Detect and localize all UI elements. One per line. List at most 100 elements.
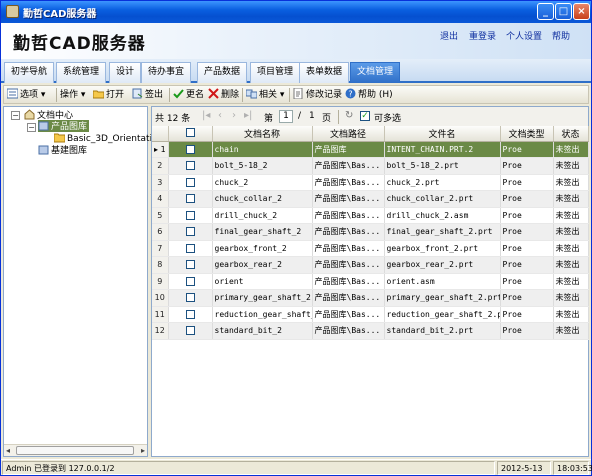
tab-product-data[interactable]: 产品数据 <box>197 62 248 83</box>
row-select-checkbox[interactable] <box>185 144 195 154</box>
refresh-icon[interactable]: ↻ <box>345 110 353 121</box>
document-table: 文档名称 文档路径 文件名 文档类型 状态 ▸ 1 chain 产品图库 INTENT… <box>152 126 589 340</box>
tab-form-data[interactable]: 表单数据 <box>299 62 350 83</box>
last-page-icon[interactable]: ▸| <box>244 110 252 121</box>
cell-status: 未签出 <box>553 289 589 307</box>
row-checkbox[interactable] <box>168 306 213 323</box>
row-select-checkbox[interactable] <box>185 309 195 319</box>
tab-design[interactable]: 设计 <box>109 62 142 83</box>
cell-path: 产品图库\Bas... <box>312 190 385 208</box>
table-row[interactable]: 4 chuck_collar_2 产品图库\Bas... chuck_collar_2… <box>152 190 589 208</box>
cell-file: bolt_5-18_2.prt <box>384 157 501 175</box>
table-row[interactable]: 2 bolt_5-18_2 产品图库\Bas... bolt_5-18_2.prt Pr… <box>152 157 589 175</box>
options-menu[interactable]: 选项 ▾ <box>7 87 45 103</box>
row-select-checkbox[interactable] <box>185 293 195 303</box>
related-menu[interactable]: 相关 ▾ <box>246 87 284 103</box>
table-row[interactable]: 12 standard_bit_2 产品图库\Bas... standard_bit_… <box>152 322 589 340</box>
close-button[interactable]: × <box>573 3 590 20</box>
cell-path: 产品图库\Bas... <box>312 306 385 323</box>
scroll-right-icon[interactable]: ▸ <box>141 446 145 455</box>
row-select-checkbox[interactable] <box>185 210 195 220</box>
table-row[interactable]: 6 final_gear_shaft_2 产品图库\Bas... final_gear… <box>152 223 589 241</box>
table-row[interactable]: 3 chuck_2 产品图库\Bas... chuck_2.prt Proe 未签出 <box>152 174 589 191</box>
row-select-checkbox[interactable] <box>185 227 195 237</box>
next-page-icon[interactable]: › <box>232 110 236 121</box>
row-checkbox[interactable] <box>168 157 213 175</box>
tree-horizontal-scrollbar[interactable]: ◂ ▸ <box>4 444 147 456</box>
select-all-checkbox[interactable] <box>185 128 195 138</box>
tree-node-basic-3d[interactable]: Basic_3D_Orientatio <box>54 132 158 144</box>
row-checkbox[interactable] <box>168 141 213 158</box>
logout-link[interactable]: 退出 <box>440 29 458 42</box>
table-row[interactable]: 9 orient 产品图库\Bas... orient.asm Proe 未签出 <box>152 273 589 290</box>
table-row[interactable]: 7 gearbox_front_2 产品图库\Bas... gearbox_front… <box>152 240 589 257</box>
column-header-file[interactable]: 文件名 <box>384 126 501 142</box>
cell-path: 产品图库\Bas... <box>312 289 385 307</box>
help-link[interactable]: 帮助 <box>552 29 570 42</box>
tab-system-management[interactable]: 系统管理 <box>56 62 107 83</box>
delete-button[interactable]: 删除 <box>208 87 239 103</box>
tab-todo[interactable]: 待办事宜 <box>141 62 192 83</box>
column-header-status[interactable]: 状态 <box>553 126 589 142</box>
row-checkbox[interactable] <box>168 322 213 340</box>
column-header-type[interactable]: 文档类型 <box>500 126 554 142</box>
tab-project-management[interactable]: 项目管理 <box>250 62 301 83</box>
cell-status: 未签出 <box>553 240 589 257</box>
tree-node-infrastructure-library[interactable]: 基建图库 <box>38 144 87 156</box>
row-checkbox[interactable] <box>168 256 213 274</box>
cell-path: 产品图库\Bas... <box>312 223 385 241</box>
table-row[interactable]: 11 reduction_gear_shaft_2 产品图库\Bas... reduc… <box>152 306 589 323</box>
tree-collapse-toggle[interactable]: − <box>11 111 20 120</box>
row-checkbox[interactable] <box>168 190 213 208</box>
prev-page-icon[interactable]: ‹ <box>218 110 222 121</box>
tab-document-management[interactable]: 文档管理 <box>350 62 401 83</box>
scroll-left-icon[interactable]: ◂ <box>6 446 10 455</box>
help-button[interactable]: ? 帮助 (H) <box>345 87 393 103</box>
row-checkbox[interactable] <box>168 240 213 257</box>
minimize-button[interactable]: _ <box>537 3 554 20</box>
rename-button[interactable]: 更名 <box>173 87 204 103</box>
cell-status: 未签出 <box>553 256 589 274</box>
row-checkbox[interactable] <box>168 289 213 307</box>
row-checkbox[interactable] <box>168 273 213 290</box>
row-checkbox[interactable] <box>168 207 213 224</box>
cell-path: 产品图库\Bas... <box>312 322 385 340</box>
toolbar: 选项 ▾ 操作 ▾ 打开 签出 更名 删除 相关 ▾ 修改记录 ? 帮助 (H) <box>3 85 589 104</box>
personal-settings-link[interactable]: 个人设置 <box>506 29 542 42</box>
column-header-name[interactable]: 文档名称 <box>212 126 313 142</box>
page-number-input[interactable]: 1 <box>279 110 293 123</box>
cell-type: Proe <box>500 322 554 340</box>
maximize-button[interactable]: □ <box>555 3 572 20</box>
row-select-checkbox[interactable] <box>185 177 195 187</box>
row-select-checkbox[interactable] <box>185 276 195 286</box>
row-checkbox[interactable] <box>168 223 213 241</box>
select-all-header[interactable] <box>168 126 213 142</box>
table-row[interactable]: 5 drill_chuck_2 产品图库\Bas... drill_chuck_2.a… <box>152 207 589 224</box>
row-select-checkbox[interactable] <box>185 161 195 171</box>
row-select-checkbox[interactable] <box>185 260 195 270</box>
multi-select-checkbox[interactable]: ✓ <box>360 111 370 121</box>
tree-node-product-library[interactable]: 产品图库 <box>38 120 90 132</box>
row-select-checkbox[interactable] <box>185 243 195 253</box>
table-row[interactable]: 10 primary_gear_shaft_2 产品图库\Bas... primary… <box>152 289 589 307</box>
scroll-thumb[interactable] <box>16 446 134 455</box>
tab-beginner-guide[interactable]: 初学导航 <box>4 62 55 83</box>
title-bar[interactable]: 勤哲CAD服务器 _ □ × <box>1 1 591 23</box>
tree-collapse-toggle[interactable]: − <box>27 123 36 132</box>
table-row[interactable]: ▸ 1 chain 产品图库 INTENT_CHAIN.PRT.2 Proe 未签出 <box>152 141 589 158</box>
row-checkbox[interactable] <box>168 174 213 191</box>
table-row[interactable]: 8 gearbox_rear_2 产品图库\Bas... gearbox_rear_2… <box>152 256 589 274</box>
relogin-link[interactable]: 重登录 <box>469 29 496 42</box>
cell-file: gearbox_front_2.prt <box>384 240 501 257</box>
cell-type: Proe <box>500 223 554 241</box>
first-page-icon[interactable]: |◂ <box>202 110 210 121</box>
modify-log-button[interactable]: 修改记录 <box>293 87 342 103</box>
app-window: 勤哲CAD服务器 _ □ × 勤哲CAD服务器 退出 重登录 个人设置 帮助 初… <box>0 0 592 476</box>
open-button[interactable]: 打开 <box>93 87 124 103</box>
operate-menu[interactable]: 操作 ▾ <box>60 87 85 103</box>
checkout-button[interactable]: 签出 <box>132 87 163 103</box>
row-select-checkbox[interactable] <box>185 194 195 204</box>
cell-type: Proe <box>500 157 554 175</box>
column-header-path[interactable]: 文档路径 <box>312 126 385 142</box>
row-select-checkbox[interactable] <box>185 326 195 336</box>
